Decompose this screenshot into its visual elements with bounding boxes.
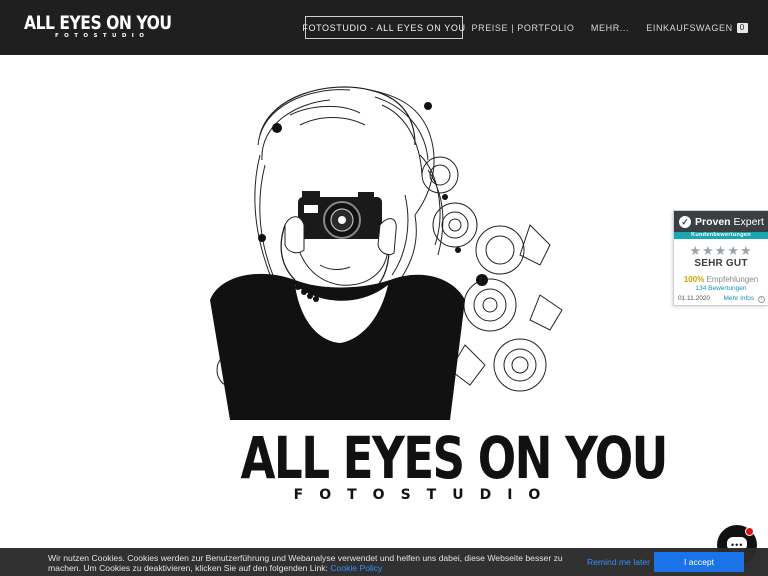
site-header: ALL EYES ON YOU FOTOSTUDIO FOTOSTUDIO - … bbox=[0, 0, 768, 55]
site-logo[interactable]: ALL EYES ON YOU FOTOSTUDIO bbox=[24, 12, 172, 41]
recommend-label: Empfehlungen bbox=[706, 275, 759, 284]
chat-notification-dot bbox=[745, 527, 754, 536]
nav-item-label: MEHR... bbox=[590, 22, 630, 33]
review-count[interactable]: 134 Bewertungen bbox=[674, 285, 768, 292]
chat-dots-icon: ••• bbox=[731, 540, 744, 550]
proven-expert-brand: Proven Expert bbox=[695, 216, 764, 228]
proven-expert-header: ✓ Proven Expert bbox=[674, 211, 768, 232]
page: ALL EYES ON YOU FOTOSTUDIO FOTOSTUDIO - … bbox=[0, 0, 768, 576]
proven-expert-widget[interactable]: ✓ Proven Expert Kundenbewertungen ★★★★★ … bbox=[673, 210, 768, 306]
nav-item-cart[interactable]: EINKAUFSWAGEN 0 bbox=[646, 16, 748, 39]
accept-cookies-button[interactable]: I accept bbox=[654, 552, 744, 572]
hero-illustration bbox=[210, 86, 563, 420]
nav-item-preise-portfolio[interactable]: PREISE | PORTFOLIO bbox=[472, 16, 574, 39]
review-date: 01.11.2020 bbox=[678, 295, 711, 302]
cookie-banner: Wir nutzen Cookies. Cookies werden zur B… bbox=[0, 548, 768, 576]
brand-title: ALL EYES ON YOU bbox=[240, 424, 668, 492]
rating-label: SEHR GUT bbox=[694, 258, 748, 269]
brand-bold: Proven bbox=[695, 215, 731, 228]
cookie-policy-link[interactable]: Cookie Policy bbox=[330, 563, 382, 573]
brand-light: Expert bbox=[733, 215, 764, 228]
remind-later-link[interactable]: Remind me later bbox=[587, 557, 650, 567]
proven-expert-logo-icon: ✓ bbox=[679, 215, 691, 228]
recommend-percent: 100% bbox=[683, 275, 705, 284]
logo-title: ALL EYES ON YOU bbox=[24, 12, 172, 34]
recommendation: 100% Empfehlungen bbox=[674, 275, 768, 284]
proven-expert-footer: 01.11.2020 Mehr Infos i bbox=[678, 295, 765, 303]
nav-item-mehr[interactable]: MEHR... bbox=[585, 16, 635, 39]
nav-item-fotostudio[interactable]: FOTOSTUDIO - ALL EYES ON YOU bbox=[302, 16, 466, 39]
more-info-link[interactable]: Mehr Infos bbox=[723, 295, 754, 302]
cart-count-badge: 0 bbox=[736, 22, 748, 33]
info-icon[interactable]: i bbox=[758, 296, 765, 303]
cookie-text: Wir nutzen Cookies. Cookies werden zur B… bbox=[48, 553, 588, 573]
reviews-ribbon: Kundenbewertungen bbox=[674, 232, 768, 239]
nav-item-label: FOTOSTUDIO - ALL EYES ON YOU bbox=[302, 22, 466, 33]
cookie-message: Wir nutzen Cookies. Cookies werden zur B… bbox=[48, 553, 563, 573]
nav-item-label: PREISE | PORTFOLIO bbox=[471, 22, 575, 33]
nav-item-label: EINKAUFSWAGEN bbox=[646, 22, 733, 33]
rating-stars: ★★★★★ bbox=[689, 243, 753, 258]
brand-subtitle: FOTOSTUDIO bbox=[293, 487, 557, 503]
